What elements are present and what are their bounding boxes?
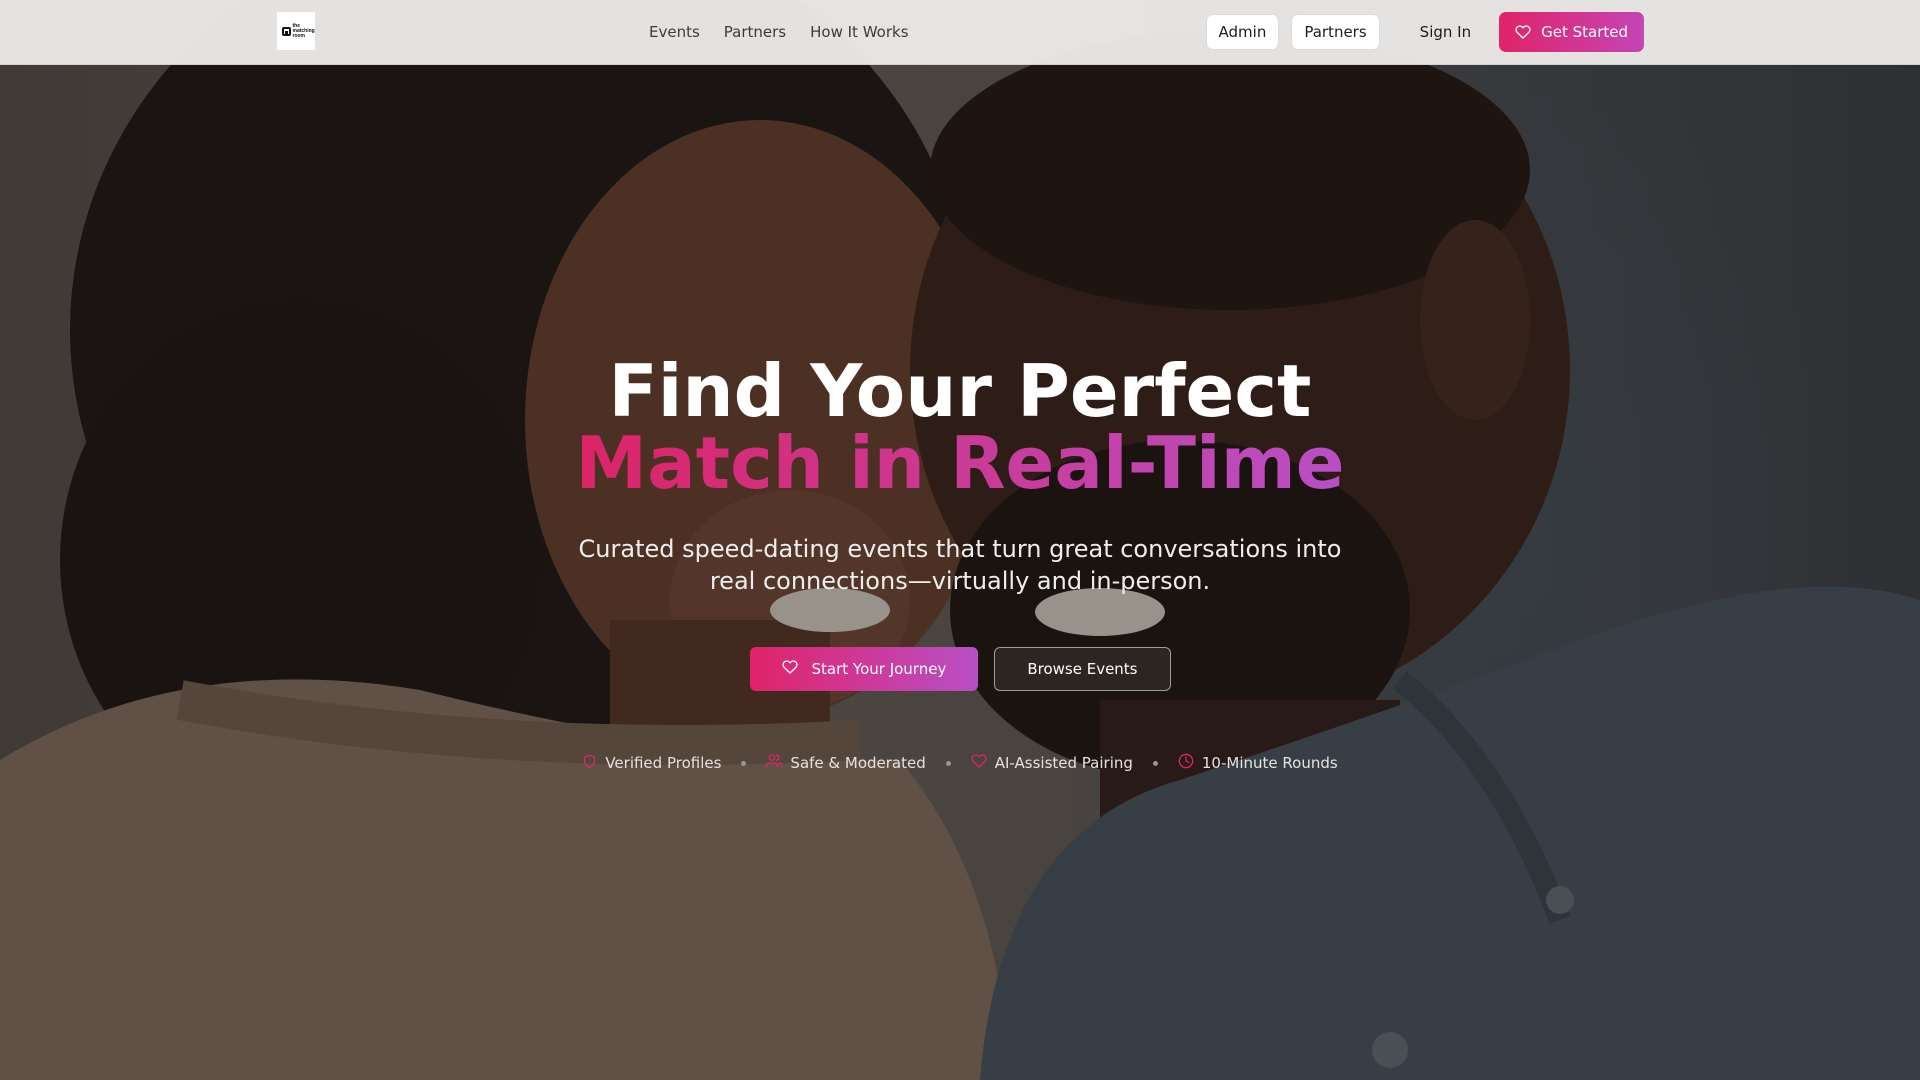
- nav-link-how-it-works[interactable]: How It Works: [810, 23, 908, 41]
- feature-label: 10-Minute Rounds: [1201, 754, 1338, 772]
- browse-events-button[interactable]: Browse Events: [994, 647, 1171, 691]
- nav-link-partners[interactable]: Partners: [724, 23, 786, 41]
- site-logo[interactable]: the matching room: [276, 11, 316, 51]
- admin-button[interactable]: Admin: [1205, 14, 1280, 50]
- feature-10-minute-rounds: 10-Minute Rounds: [1178, 753, 1338, 773]
- hero-headline: Find Your Perfect Match in Real-Time: [0, 355, 1920, 499]
- logo-mark-icon: [281, 26, 291, 36]
- start-journey-label: Start Your Journey: [811, 660, 947, 678]
- users-icon: [766, 753, 783, 773]
- heart-icon: [971, 753, 987, 773]
- clock-icon: [1178, 753, 1194, 773]
- logo-text: the matching room: [292, 22, 315, 39]
- feature-label: Verified Profiles: [605, 754, 722, 772]
- feature-label: Safe & Moderated: [790, 754, 926, 772]
- headline-line-2: Match in Real-Time: [575, 421, 1345, 505]
- start-journey-button[interactable]: Start Your Journey: [749, 647, 979, 691]
- partners-button[interactable]: Partners: [1291, 14, 1380, 50]
- feature-ai-pairing: AI-Assisted Pairing: [971, 753, 1133, 773]
- feature-list: Verified Profiles Safe & Moderated AI-As…: [0, 753, 1920, 773]
- main-nav: Events Partners How It Works: [649, 0, 909, 64]
- hero-content: Find Your Perfect Match in Real-Time Cur…: [0, 355, 1920, 773]
- heart-icon: [1515, 24, 1531, 40]
- heart-icon: [781, 659, 798, 679]
- nav-link-events[interactable]: Events: [649, 23, 700, 41]
- hero-subtitle: Curated speed-dating events that turn gr…: [578, 535, 1342, 595]
- cta-row: Start Your Journey Browse Events: [0, 647, 1920, 691]
- separator-dot: [741, 760, 747, 766]
- shield-icon: [582, 754, 597, 773]
- nav-actions: Admin Partners Sign In Get Started: [1205, 12, 1644, 52]
- sign-in-button[interactable]: Sign In: [1404, 14, 1487, 50]
- feature-safe-moderated: Safe & Moderated: [766, 753, 926, 773]
- headline-line-1: Find Your Perfect: [608, 349, 1312, 433]
- feature-verified-profiles: Verified Profiles: [582, 754, 721, 773]
- separator-dot: [1152, 760, 1158, 766]
- top-navbar: the matching room Events Partners How It…: [0, 0, 1920, 65]
- feature-label: AI-Assisted Pairing: [994, 754, 1133, 772]
- get-started-label: Get Started: [1541, 23, 1628, 41]
- get-started-button[interactable]: Get Started: [1499, 12, 1644, 52]
- separator-dot: [945, 760, 951, 766]
